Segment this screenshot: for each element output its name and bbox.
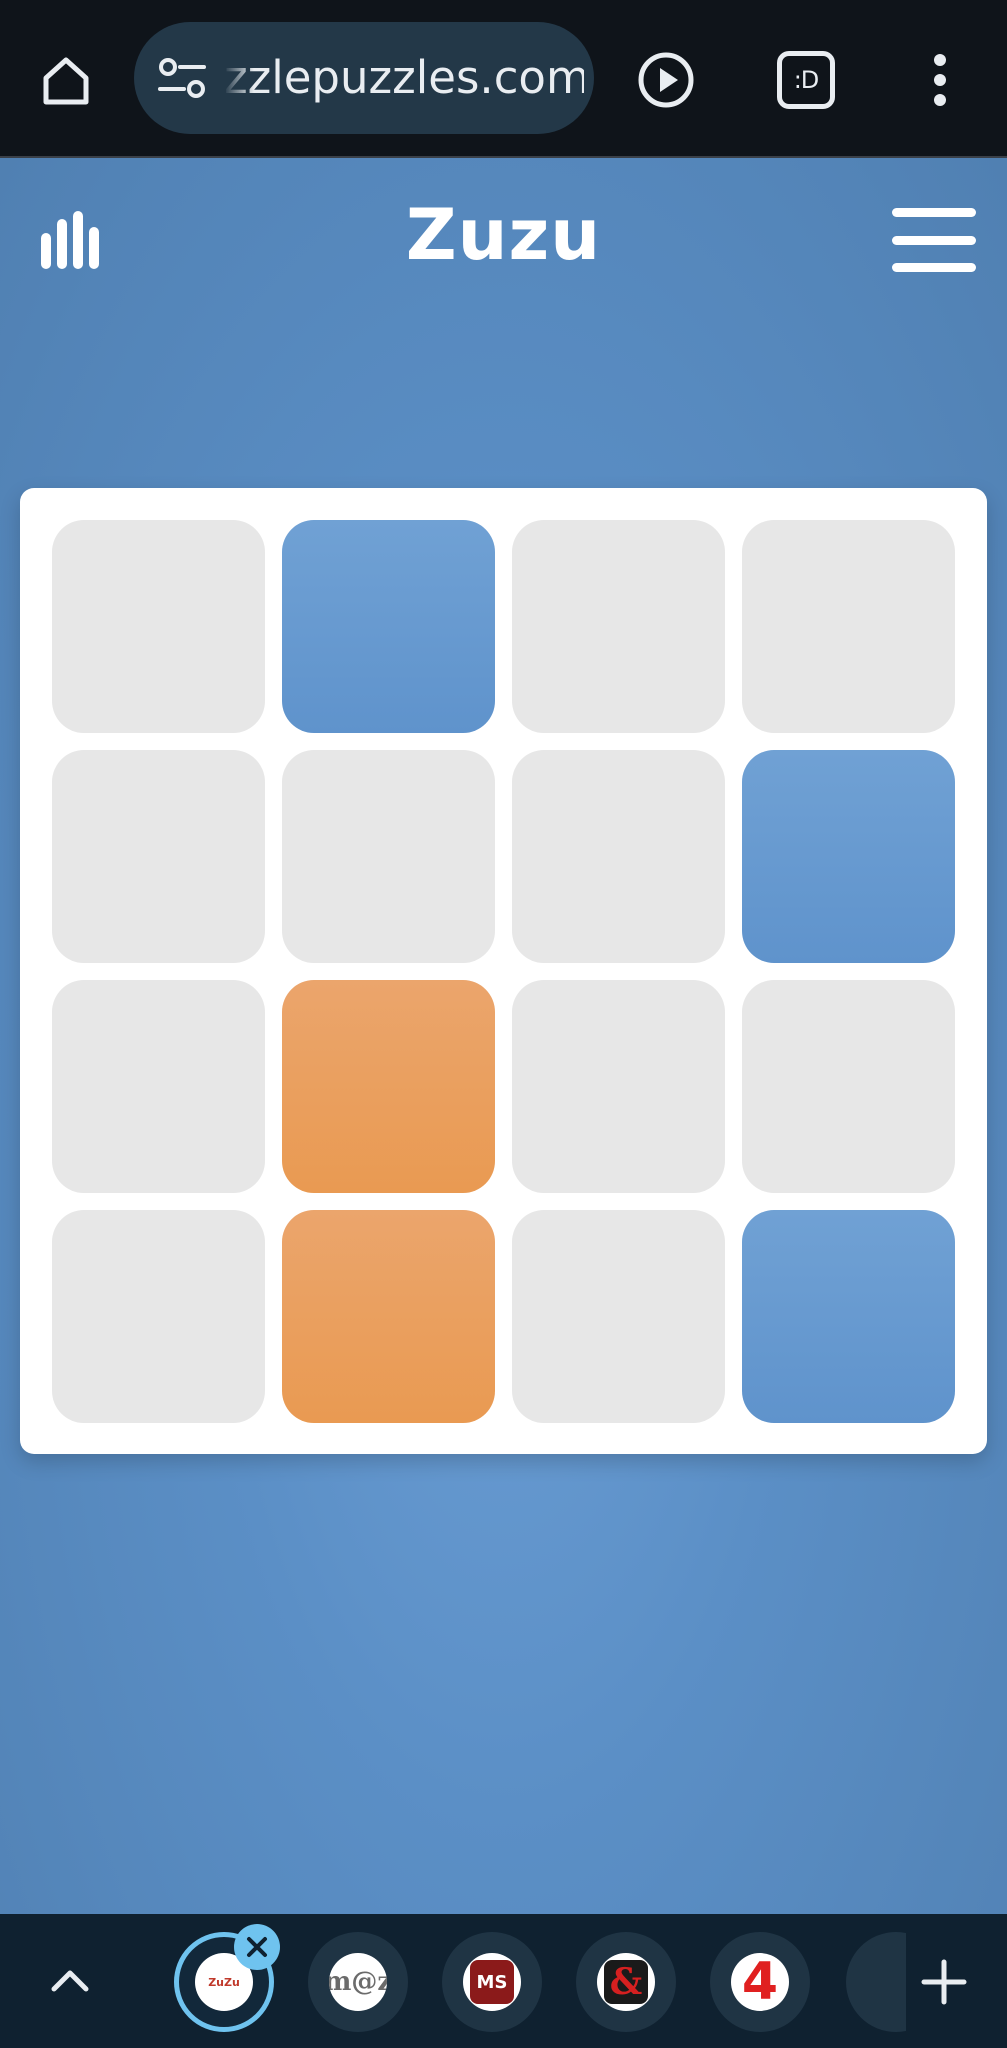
url-text: zzlepuzzles.com bbox=[224, 51, 584, 104]
board-cell-empty[interactable] bbox=[512, 520, 725, 733]
board-cell-orange[interactable] bbox=[282, 980, 495, 1193]
favicon-text: m@z bbox=[329, 1967, 387, 1997]
board-cell-blue[interactable] bbox=[742, 750, 955, 963]
favicon-text: 4 bbox=[741, 1953, 779, 2011]
more-vert-icon bbox=[934, 54, 946, 106]
menu-bar bbox=[892, 235, 976, 245]
board-cell-empty[interactable] bbox=[52, 980, 265, 1193]
tab-ms[interactable]: MS bbox=[442, 1932, 542, 2032]
favicon-mz: m@z bbox=[329, 1953, 387, 2011]
close-icon bbox=[247, 1937, 267, 1957]
menu-bar bbox=[892, 263, 976, 272]
home-button[interactable] bbox=[30, 44, 102, 116]
tab-mz[interactable]: m@z bbox=[308, 1932, 408, 2032]
tab-partial-thumb bbox=[846, 1932, 906, 2032]
board-cell-empty[interactable] bbox=[512, 750, 725, 963]
tab-switcher-text: :D bbox=[793, 66, 820, 94]
board-cell-empty[interactable] bbox=[512, 1210, 725, 1423]
board-cell-empty[interactable] bbox=[52, 520, 265, 733]
board-cell-empty[interactable] bbox=[52, 750, 265, 963]
game-board bbox=[20, 488, 987, 1454]
expand-tabs-button[interactable] bbox=[34, 1944, 106, 2016]
close-tab-button[interactable] bbox=[234, 1924, 280, 1970]
tab-switcher-button[interactable]: :D bbox=[770, 44, 842, 116]
tab-switcher-icon: :D bbox=[777, 51, 835, 109]
plus-icon bbox=[921, 1959, 967, 2005]
home-icon bbox=[43, 57, 89, 105]
board-cell-blue[interactable] bbox=[282, 520, 495, 733]
board-cell-blue[interactable] bbox=[742, 1210, 955, 1423]
board-cell-empty[interactable] bbox=[282, 750, 495, 963]
board-grid bbox=[52, 520, 955, 1423]
hamburger-menu-icon[interactable] bbox=[890, 208, 978, 272]
tune-icon[interactable] bbox=[154, 50, 210, 106]
favicon-four: 4 bbox=[731, 1953, 789, 2011]
board-cell-empty[interactable] bbox=[742, 980, 955, 1193]
favicon-text: ZuZu bbox=[208, 1975, 240, 1989]
tab-strip: ZuZu m@z MS & 4 bbox=[0, 1914, 1007, 2048]
favicon-text: & bbox=[604, 1960, 648, 2004]
favicon-text: MS bbox=[470, 1960, 514, 2004]
play-circle-icon bbox=[638, 52, 694, 108]
tab-ampersand[interactable]: & bbox=[576, 1932, 676, 2032]
board-cell-empty[interactable] bbox=[512, 980, 725, 1193]
board-cell-empty[interactable] bbox=[742, 520, 955, 733]
board-cell-orange[interactable] bbox=[282, 1210, 495, 1423]
more-menu-button[interactable] bbox=[904, 44, 976, 116]
tab-four[interactable]: 4 bbox=[710, 1932, 810, 2032]
favicon-ampersand: & bbox=[597, 1953, 655, 2011]
menu-bar bbox=[892, 208, 976, 217]
chevron-up-icon bbox=[51, 1970, 89, 1992]
favicon-ms: MS bbox=[463, 1953, 521, 2011]
address-bar[interactable]: zzlepuzzles.com bbox=[134, 22, 594, 134]
play-button[interactable] bbox=[630, 44, 702, 116]
page-content: Zuzu bbox=[0, 158, 1007, 1914]
new-tab-button[interactable] bbox=[902, 1940, 986, 2024]
board-cell-empty[interactable] bbox=[52, 1210, 265, 1423]
page-title: Zuzu bbox=[405, 194, 602, 276]
browser-toolbar: zzlepuzzles.com :D bbox=[0, 0, 1007, 158]
tab-partial[interactable] bbox=[846, 1932, 906, 2032]
